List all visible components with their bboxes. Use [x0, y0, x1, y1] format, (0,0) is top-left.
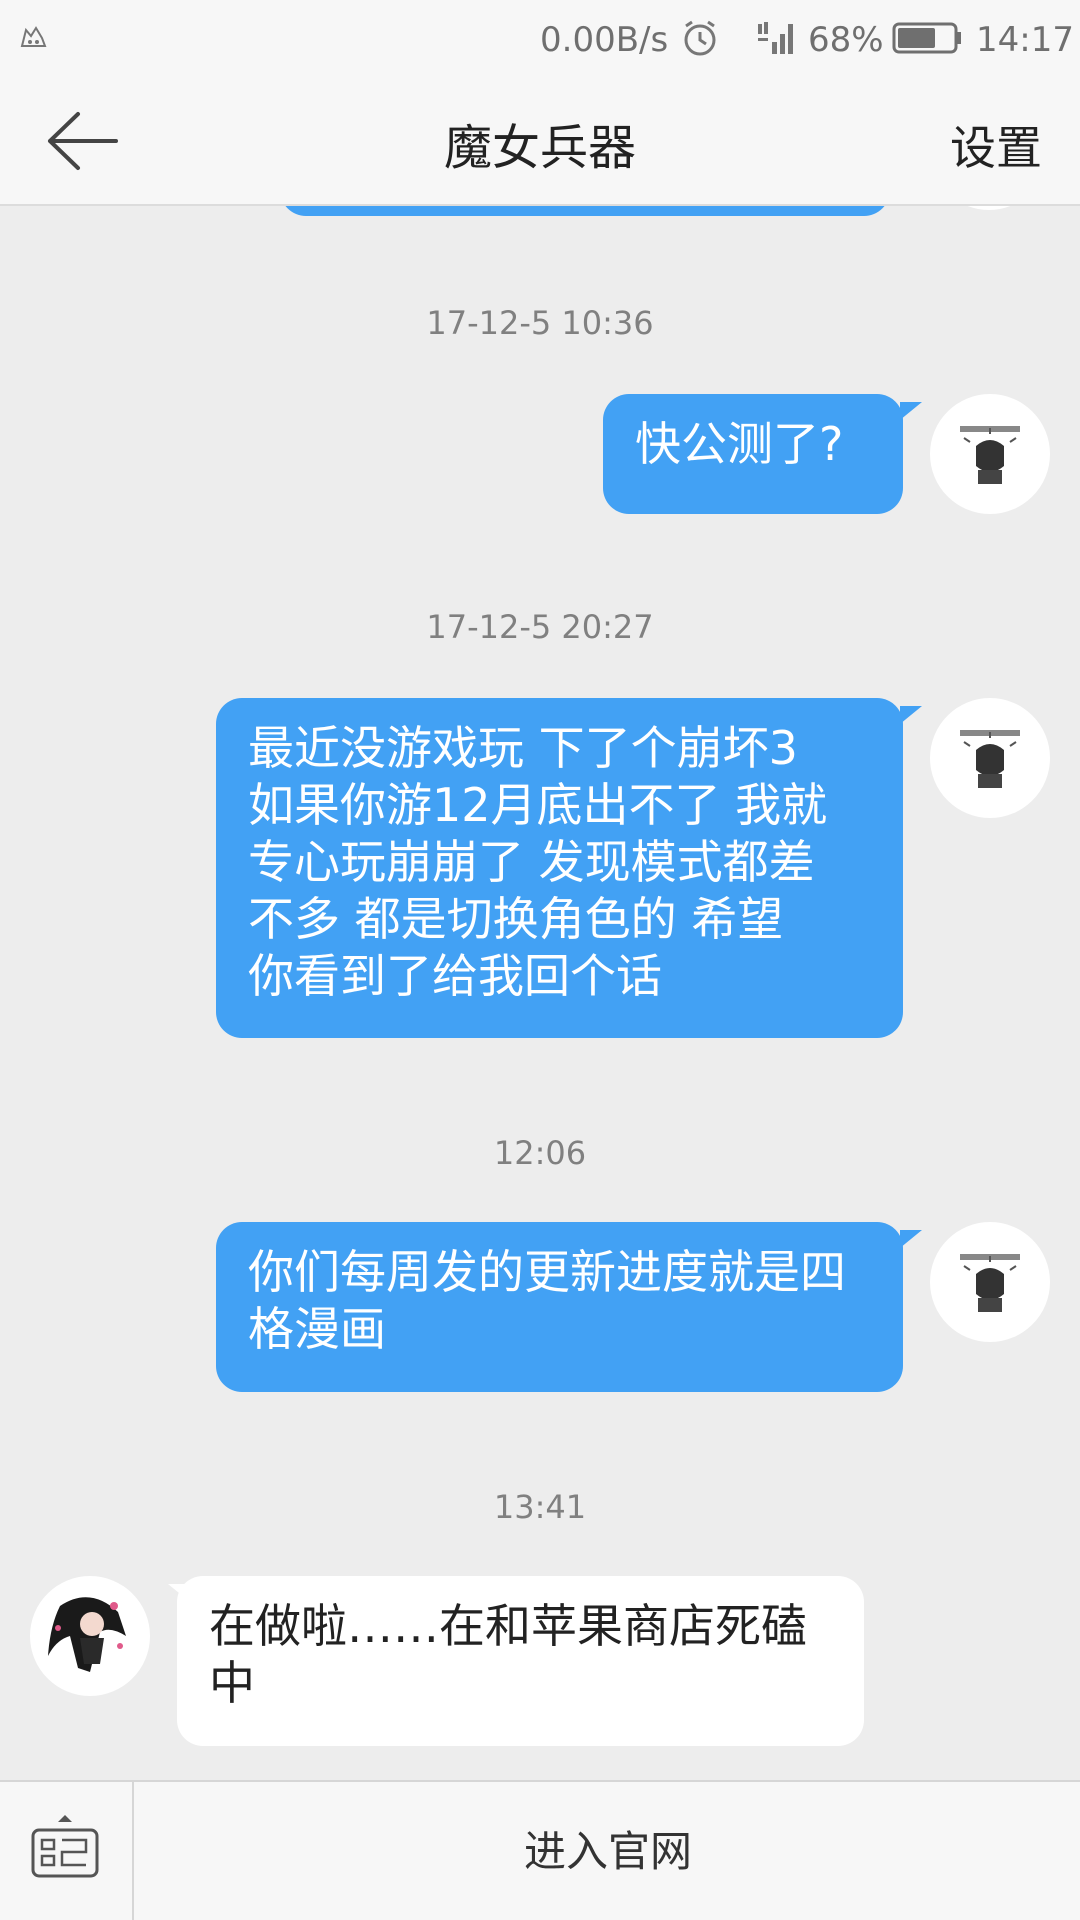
contact-avatar[interactable]	[30, 1576, 150, 1696]
battery-icon	[892, 22, 961, 54]
signal-icon	[758, 22, 793, 54]
official-site-button[interactable]: 进入官网	[136, 1782, 1080, 1920]
bubble-tail	[900, 402, 922, 420]
sent-message-bubble[interactable]: 快公测了?	[603, 394, 903, 514]
settings-button[interactable]: 设置	[950, 112, 1042, 178]
bubble-tail	[900, 1230, 922, 1248]
notification-icon	[20, 26, 47, 47]
keyboard-toggle-icon	[31, 1815, 99, 1878]
net-speed: 0.00B/s	[540, 20, 669, 60]
message-timestamp: 17-12-5 20:27	[426, 608, 654, 646]
message-line: 你们每周发的更新进度就是四	[248, 1245, 846, 1299]
alarm-clock-icon	[684, 20, 716, 56]
sent-message-bubble[interactable]: 你们每周发的更新进度就是四 格漫画	[216, 1222, 903, 1392]
message-line: 如果你游12月底出不了 我就	[248, 778, 828, 832]
message-line: 最近没游戏玩 下了个崩坏3	[248, 721, 798, 775]
partial-avatar	[930, 206, 1048, 210]
portrait-avatar-icon	[960, 1254, 1020, 1312]
message-text: 快公测了?	[635, 417, 844, 471]
message-timestamp: 13:41	[493, 1488, 587, 1526]
bubble-tail	[900, 706, 922, 724]
portrait-avatar-icon	[960, 426, 1020, 484]
anime-character-avatar-icon	[48, 1597, 126, 1672]
my-avatar[interactable]	[930, 1222, 1050, 1342]
clock: 14:17	[976, 20, 1074, 60]
portrait-avatar-icon	[960, 730, 1020, 788]
my-avatar[interactable]	[930, 394, 1050, 514]
battery-percent: 68%	[808, 20, 884, 60]
page-title: 魔女兵器	[443, 120, 636, 176]
title-bar: 魔女兵器 设置	[0, 78, 1080, 206]
message-line: 你看到了给我回个话	[248, 949, 662, 1003]
bottom-bar: 进入官网	[0, 1780, 1080, 1920]
keyboard-toggle-button[interactable]	[0, 1782, 134, 1920]
message-timestamp: 12:06	[493, 1134, 587, 1172]
message-line: 专心玩崩崩了 发现模式都差	[248, 835, 815, 889]
chat-screen: 0.00B/s 68% 14:17 魔女兵器 设置 17-12-5 10:36 …	[0, 0, 1080, 1920]
message-line: 在做啦……在和苹果商店死磕	[209, 1599, 807, 1653]
message-timestamp: 17-12-5 10:36	[426, 304, 654, 342]
partial-message-bubble	[280, 206, 890, 216]
message-line: 不多 都是切换角色的 希望	[248, 892, 784, 946]
chat-area[interactable]: 17-12-5 10:36 快公测了? 17-12-5 20:27 最近没游戏玩…	[0, 206, 1080, 1780]
my-avatar[interactable]	[930, 698, 1050, 818]
message-line: 格漫画	[248, 1302, 386, 1356]
battery-fill	[898, 28, 935, 48]
received-message-bubble[interactable]: 在做啦……在和苹果商店死磕 中	[177, 1576, 864, 1746]
message-line: 中	[209, 1656, 255, 1710]
sent-message-bubble[interactable]: 最近没游戏玩 下了个崩坏3 如果你游12月底出不了 我就 专心玩崩崩了 发现模式…	[216, 698, 903, 1038]
status-bar: 0.00B/s 68% 14:17	[0, 0, 1080, 78]
